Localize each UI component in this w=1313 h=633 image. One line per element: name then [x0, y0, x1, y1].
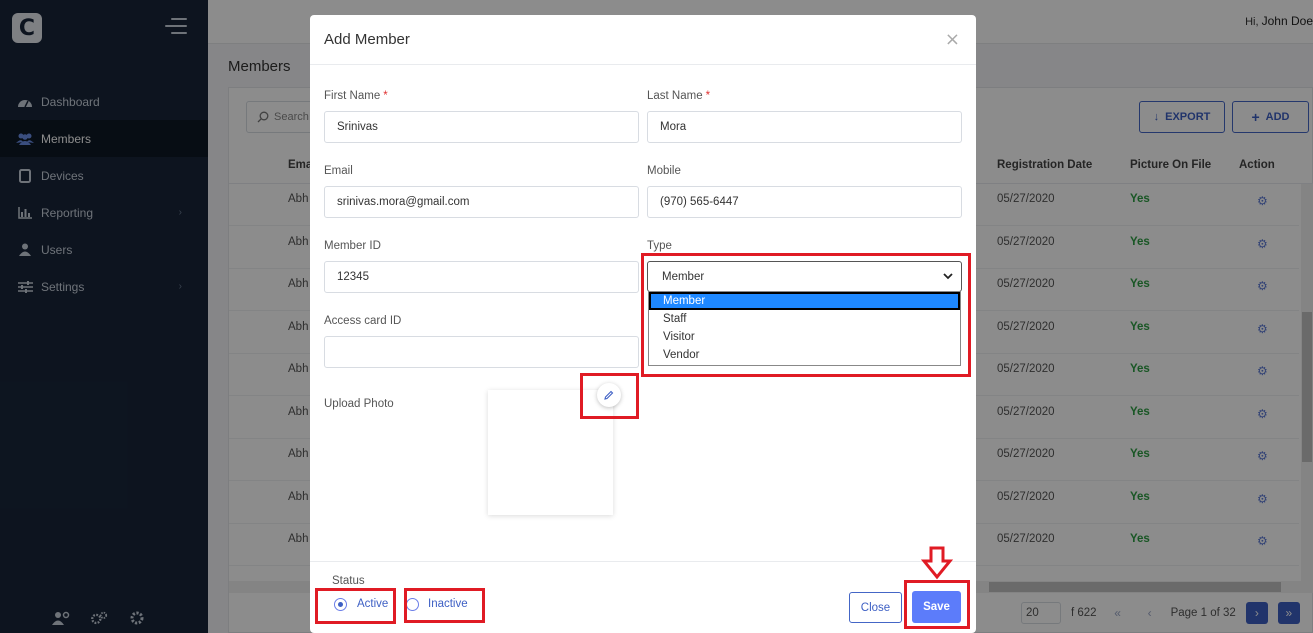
upload-photo-label: Upload Photo	[324, 398, 394, 410]
type-label: Type	[647, 240, 672, 252]
last-name-label: Last Name *	[647, 90, 711, 102]
first-name-field[interactable]: Srinivas	[324, 111, 639, 143]
member-id-label: Member ID	[324, 240, 381, 252]
email-label: Email	[324, 165, 353, 177]
status-label: Status	[332, 575, 365, 587]
first-name-label: First Name *	[324, 90, 388, 102]
close-button[interactable]: Close	[849, 592, 902, 623]
annotation-save-button	[904, 580, 970, 629]
modal-header: Add Member ×	[310, 15, 976, 65]
mobile-label: Mobile	[647, 165, 681, 177]
annotation-active-radio	[315, 588, 396, 624]
email-field[interactable]: srinivas.mora@gmail.com	[324, 186, 639, 218]
modal-footer-divider	[310, 561, 976, 562]
annotation-inactive-radio	[404, 588, 485, 623]
annotation-type-dropdown	[641, 253, 971, 377]
access-card-label: Access card ID	[324, 315, 402, 327]
annotation-edit-photo	[580, 373, 639, 419]
modal-title: Add Member	[324, 31, 410, 48]
close-icon[interactable]: ×	[945, 29, 960, 50]
down-arrow-annotation-icon	[921, 546, 953, 580]
last-name-field[interactable]: Mora	[647, 111, 962, 143]
mobile-field[interactable]: (970) 565-6447	[647, 186, 962, 218]
member-id-field[interactable]: 12345	[324, 261, 639, 293]
access-card-field[interactable]	[324, 336, 639, 368]
